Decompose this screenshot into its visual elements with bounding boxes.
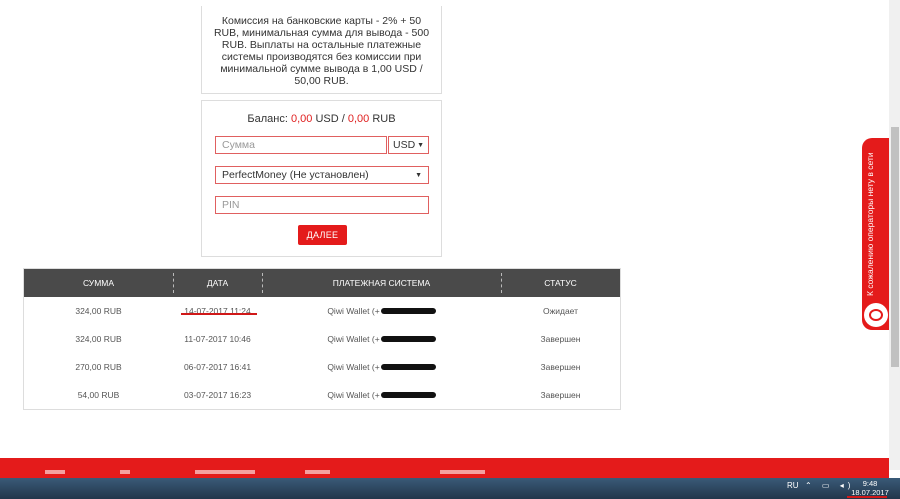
row-system-label: Qiwi Wallet (+: [327, 390, 380, 400]
row-system-label: Qiwi Wallet (+: [327, 306, 380, 316]
row-system: Qiwi Wallet (+: [262, 353, 501, 381]
withdraw-form: Баланс: 0,00 USD / 0,00 RUB Сумма USD ▼ …: [201, 100, 442, 257]
site-footer: [0, 458, 889, 478]
footer-decoration: [45, 470, 65, 474]
row-date: 06-07-2017 16:41: [183, 362, 252, 372]
row-amount: 270,00 RUB: [75, 362, 122, 372]
date-highlight-underline: [181, 313, 257, 315]
withdrawals-table: СУММА ДАТА ПЛАТЕЖНАЯ СИСТЕМА СТАТУС 324,…: [23, 268, 621, 410]
payment-system-value: PerfectMoney (Не установлен): [222, 169, 369, 181]
currency-select[interactable]: USD ▼: [388, 136, 429, 154]
footer-decoration: [440, 470, 485, 474]
row-system-label: Qiwi Wallet (+: [327, 334, 380, 344]
row-amount: 54,00 RUB: [77, 390, 120, 400]
os-taskbar: [0, 478, 900, 499]
date-highlight-underline: [847, 496, 887, 498]
balance-usd-value: 0,00: [290, 113, 313, 125]
row-status: Завершен: [540, 390, 581, 400]
commission-info: Комиссия на банковские карты - 2% + 50 R…: [201, 6, 442, 94]
col-status-header[interactable]: СТАТУС: [501, 269, 620, 297]
row-amount: 324,00 RUB: [75, 334, 122, 344]
footer-decoration: [120, 470, 130, 474]
row-amount: 324,00 RUB: [75, 306, 122, 316]
keyboard-language[interactable]: RU: [787, 481, 799, 490]
pin-input[interactable]: PIN: [215, 196, 429, 214]
page: Комиссия на банковские карты - 2% + 50 R…: [0, 0, 900, 499]
row-date: 11-07-2017 10:46: [184, 334, 251, 344]
redacted-mark: [380, 308, 436, 314]
row-system-label: Qiwi Wallet (+: [327, 362, 380, 372]
next-button[interactable]: ДАЛЕЕ: [298, 225, 347, 245]
footer-decoration: [305, 470, 330, 474]
redacted-mark: [380, 336, 436, 342]
balance-usd-unit: USD: [315, 113, 339, 125]
table-row: 324,00 RUB 11-07-2017 10:46 Qiwi Wallet …: [24, 325, 620, 353]
balance-rub-unit: RUB: [372, 113, 396, 125]
row-system: Qiwi Wallet (+: [262, 381, 501, 409]
table-row: 324,00 RUB 14-07-2017 11:24 Qiwi Wallet …: [24, 297, 620, 325]
chat-bubble-icon[interactable]: [864, 303, 888, 327]
row-status: Ожидает: [542, 306, 579, 316]
payment-system-select[interactable]: PerfectMoney (Не установлен) ▼: [215, 166, 429, 184]
row-system: Qiwi Wallet (+: [262, 297, 501, 325]
chevron-down-icon: ▼: [415, 171, 422, 179]
table-header: СУММА ДАТА ПЛАТЕЖНАЯ СИСТЕМА СТАТУС: [24, 269, 620, 297]
clock-time: 9:48: [862, 479, 878, 488]
row-status: Завершен: [540, 334, 581, 344]
chevron-down-icon: ▼: [417, 141, 424, 149]
row-date: 03-07-2017 16:23: [183, 390, 252, 400]
footer-decoration: [195, 470, 255, 474]
col-date-header[interactable]: ДАТА: [173, 269, 262, 297]
balance-rub-value: 0,00: [347, 113, 370, 125]
currency-value: USD: [393, 139, 416, 151]
row-date: 14-07-2017 11:24: [184, 306, 251, 316]
scrollbar-thumb[interactable]: [891, 127, 899, 367]
chat-widget-label: К сожалению операторы нету в сети: [865, 152, 875, 296]
balance-line: Баланс: 0,00 USD / 0,00 RUB: [202, 113, 441, 125]
redacted-mark: [380, 364, 436, 370]
row-system: Qiwi Wallet (+: [262, 325, 501, 353]
table-row: 270,00 RUB 06-07-2017 16:41 Qiwi Wallet …: [24, 353, 620, 381]
row-status: Завершен: [540, 362, 581, 372]
amount-input[interactable]: Сумма: [215, 136, 387, 154]
redacted-mark: [380, 392, 436, 398]
balance-label: Баланс:: [247, 113, 288, 125]
col-amount-header[interactable]: СУММА: [24, 269, 173, 297]
col-system-header[interactable]: ПЛАТЕЖНАЯ СИСТЕМА: [262, 269, 501, 297]
taskbar-clock[interactable]: 9:48 18.07.2017: [848, 479, 892, 497]
balance-separator: /: [341, 113, 345, 125]
table-row: 54,00 RUB 03-07-2017 16:23 Qiwi Wallet (…: [24, 381, 620, 409]
tray-icons[interactable]: ⌃ ▭ ◂): [805, 481, 854, 490]
